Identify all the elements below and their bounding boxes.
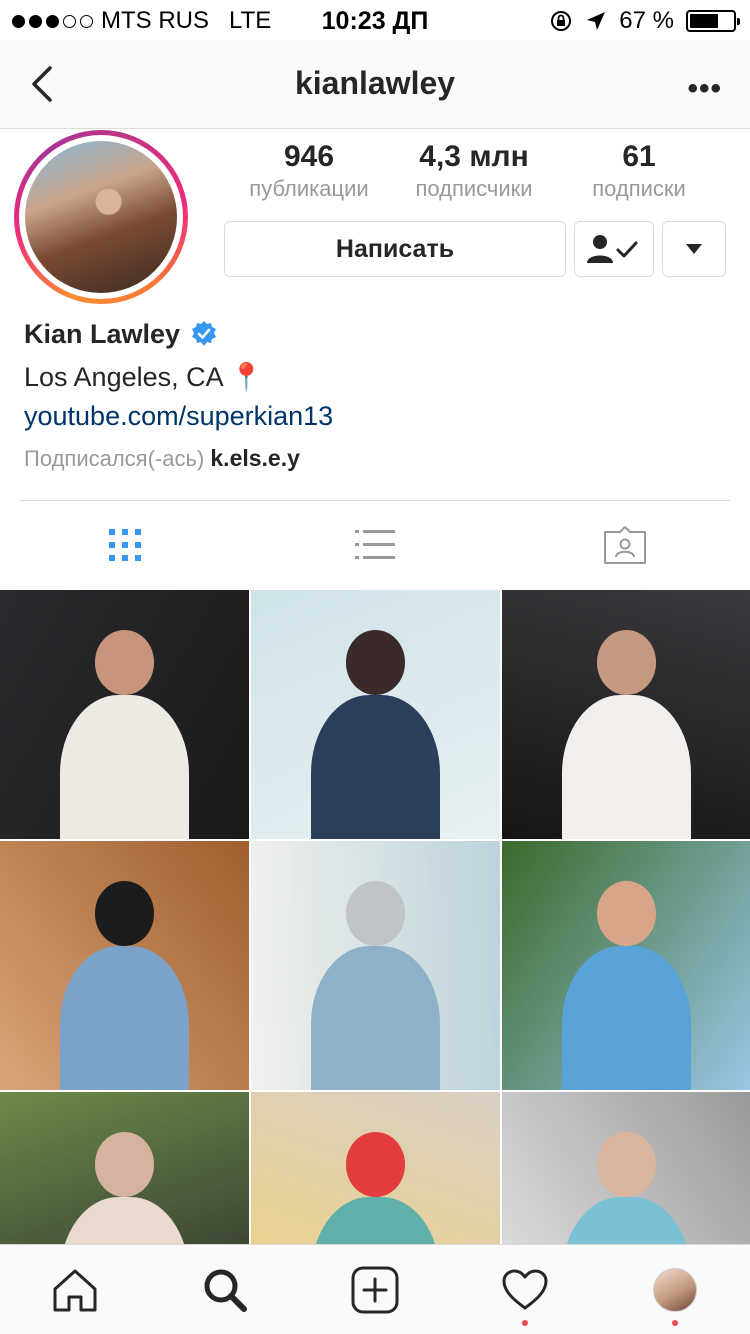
post-thumbnail[interactable] [251,590,500,839]
post-figure [59,945,190,1090]
nav-home[interactable] [0,1245,150,1334]
post-figure-head [94,629,155,695]
nav-profile[interactable] [600,1245,750,1334]
tab-list-view[interactable] [250,501,500,589]
profile-stats: 946 публикации 4,3 млн подписчики 61 под… [224,140,724,202]
search-icon [204,1269,247,1312]
plus-square-icon [351,1266,399,1313]
profile-full-name: Kian Lawley [24,318,181,349]
following-stat[interactable]: 61 подписки [554,140,724,202]
tab-tagged[interactable] [500,501,750,589]
followers-stat[interactable]: 4,3 млн подписчики [394,140,554,202]
message-button[interactable]: Написать [224,221,566,277]
posts-stat[interactable]: 946 публикации [224,140,394,202]
post-figure-head [596,1131,657,1197]
battery-level [690,14,719,28]
navigation-bar: kianlawley ••• [0,40,750,129]
nav-search[interactable] [150,1245,300,1334]
avatar-frame [19,135,183,299]
home-icon [53,1269,97,1311]
post-thumbnail[interactable] [502,841,750,1090]
post-thumbnail[interactable] [251,841,500,1090]
followers-label: подписчики [415,176,533,201]
profile-bio: Kian Lawley Los Angeles, CA 📍 youtube.co… [24,315,724,472]
tab-grid-view[interactable] [0,501,250,589]
posts-label: публикации [249,176,369,201]
followed-by-prefix: Подписался(-ась) [24,446,205,471]
grid-icon [109,529,141,561]
suggestions-dropdown-button[interactable] [662,221,726,277]
following-count: 61 [622,140,656,173]
followed-by-username: k.els.e.y [210,445,300,471]
post-figure-head [345,629,406,695]
activity-notification-dot [522,1320,528,1326]
following-button[interactable] [574,221,654,277]
verified-badge-icon [192,321,217,346]
profile-username-title: kianlawley [294,65,456,101]
post-figure [561,694,692,839]
profile-full-name-row: Kian Lawley [24,315,724,353]
followers-count: 4,3 млн [419,140,529,173]
avatar-photo [25,141,177,293]
post-figure-head [345,880,406,946]
person-check-icon [587,235,638,263]
posts-count: 946 [283,140,335,173]
post-figure-head [345,1131,406,1197]
post-thumbnail[interactable] [0,590,249,839]
status-bar: MTS RUS LTE 10:23 ДП 67 % [0,0,750,40]
battery-percent: 67 % [619,7,674,34]
nav-activity[interactable] [450,1245,600,1334]
nav-new-post[interactable] [300,1245,450,1334]
post-figure-head [596,629,657,695]
post-figure [310,945,441,1090]
profile-notification-dot [672,1320,678,1326]
profile-avatar[interactable] [14,130,188,304]
post-figure-head [94,1131,155,1197]
bottom-tab-bar [0,1244,750,1334]
location-arrow-icon [587,12,606,30]
rotation-lock-icon [551,11,572,31]
photo-grid [0,590,750,1334]
profile-website-link[interactable]: youtube.com/superkian13 [24,401,724,439]
more-options-icon[interactable]: ••• [687,72,722,106]
following-label: подписки [592,176,686,201]
tagged-person-icon [604,526,646,564]
post-figure [310,694,441,839]
triangle-down-icon [686,244,702,254]
post-figure [561,945,692,1090]
post-figure [59,694,190,839]
heart-icon [502,1269,548,1309]
profile-location: Los Angeles, CA 📍 [24,362,264,392]
post-thumbnail[interactable] [502,590,750,839]
profile-avatar-icon [653,1267,697,1312]
post-figure-head [596,880,657,946]
status-bar-right: 67 % [549,7,740,35]
post-figure-head [94,880,155,946]
battery-icon [686,10,740,32]
profile-view-tabs [0,501,750,589]
post-thumbnail[interactable] [0,841,249,1090]
followed-by-line[interactable]: Подписался(-ась) k.els.e.y [24,445,724,472]
list-icon [355,530,395,559]
